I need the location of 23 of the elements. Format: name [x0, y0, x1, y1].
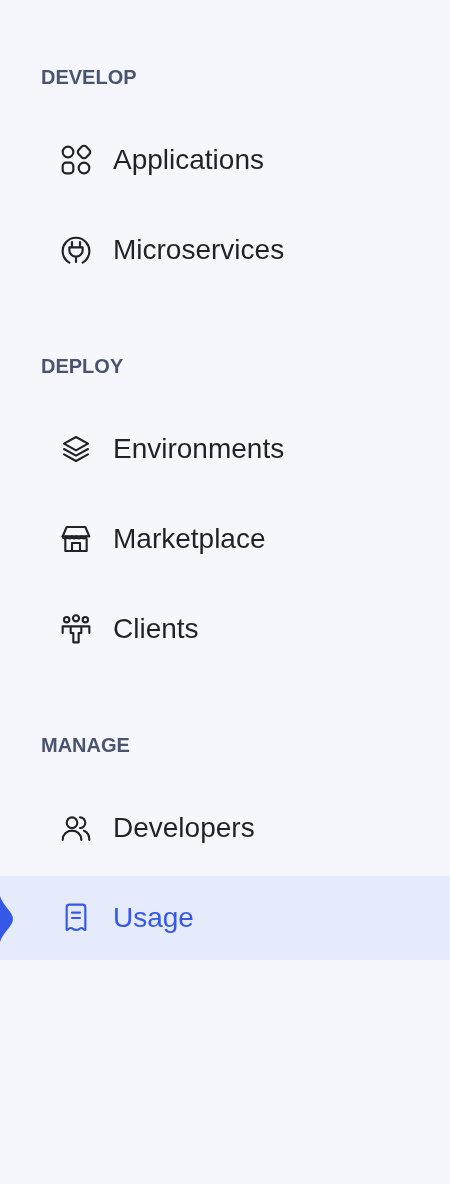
section-heading: DEPLOY: [40, 354, 125, 378]
nav-label: Developers: [113, 811, 255, 845]
nav-item[interactable]: Usage: [0, 876, 450, 960]
nav-label: Microservices: [113, 233, 285, 267]
active-indicator: [0, 896, 13, 942]
nav-item[interactable]: Developers: [0, 786, 450, 870]
group-icon: [60, 613, 92, 645]
section-heading: MANAGE: [40, 733, 131, 757]
nav-label: Applications: [113, 143, 264, 177]
nav-label: Usage: [113, 901, 194, 935]
nav-item[interactable]: Environments: [0, 407, 450, 491]
nav-item[interactable]: Clients: [0, 587, 450, 671]
nav-item[interactable]: Applications: [0, 118, 450, 202]
layers-icon: [60, 433, 92, 465]
nav-item[interactable]: Microservices: [0, 208, 450, 292]
storefront-icon: [60, 523, 92, 555]
nav-item[interactable]: Marketplace: [0, 497, 450, 581]
nav-label: Clients: [113, 612, 199, 646]
grid-icon: [60, 144, 92, 176]
plug-icon: [60, 234, 92, 266]
nav-label: Marketplace: [113, 522, 266, 556]
section-heading: DEVELOP: [40, 65, 138, 89]
nav-label: Environments: [113, 432, 285, 466]
